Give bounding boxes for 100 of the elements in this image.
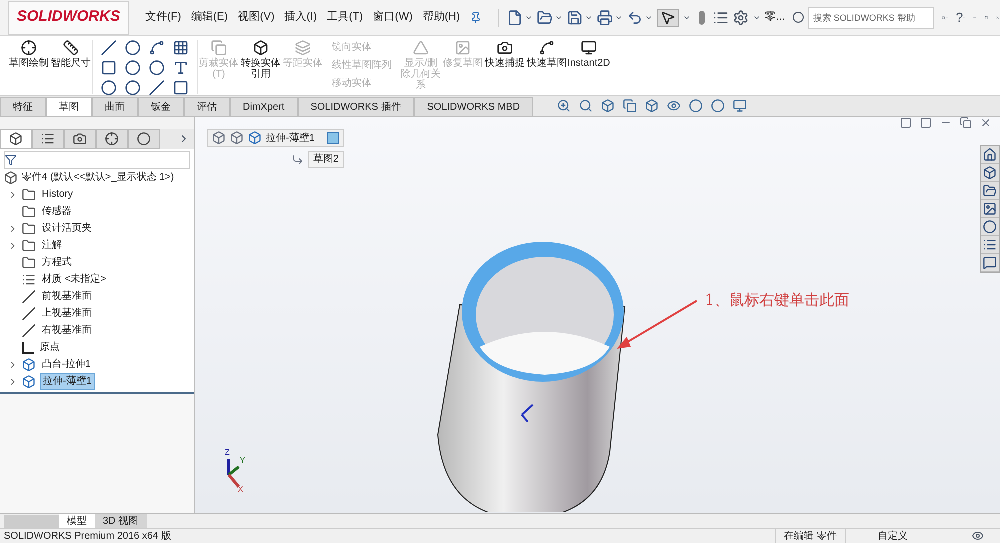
ribbon-command[interactable]: 快速捕捉	[484, 40, 526, 69]
ribbon-command[interactable]: 智能尺寸	[50, 40, 92, 69]
menu-item[interactable]: 窗口(W)	[373, 9, 413, 26]
view-tab[interactable]: 模型	[59, 514, 95, 528]
panel-tab[interactable]	[128, 129, 160, 149]
folder-icon	[22, 256, 36, 270]
view-tool-icon[interactable]	[557, 98, 572, 112]
folder-icon	[22, 238, 36, 252]
view-tool-icon[interactable]	[579, 98, 594, 112]
filter-icon[interactable]	[5, 154, 17, 166]
list-icon[interactable]	[713, 10, 730, 26]
viewport-window-control-icon[interactable]	[980, 117, 992, 129]
sketch-tool-icon[interactable]	[125, 60, 141, 76]
sketch-tool-icon[interactable]	[101, 40, 117, 56]
menu-item[interactable]: 帮助(H)	[422, 9, 460, 26]
view-tool-icon[interactable]	[667, 98, 682, 112]
sketch-tool-icon[interactable]	[149, 80, 165, 96]
cube-icon[interactable]	[230, 131, 244, 145]
command-tab[interactable]: 特征	[0, 97, 46, 116]
task-pane-tab[interactable]	[981, 164, 999, 182]
view-tool-icon[interactable]	[689, 98, 704, 112]
tree-item[interactable]: 前视基准面	[40, 289, 94, 304]
open-folder-icon[interactable]	[537, 10, 554, 26]
command-tab[interactable]: 评估	[184, 97, 230, 116]
sketch-tool-icon[interactable]	[173, 80, 189, 96]
plane-icon	[22, 290, 36, 304]
ribbon-command[interactable]: 草图绘制	[8, 40, 50, 69]
status-icon[interactable]	[972, 530, 984, 542]
print-icon[interactable]	[597, 10, 614, 26]
pin-icon[interactable]	[470, 12, 482, 24]
command-tab[interactable]: 草图	[46, 97, 92, 116]
select-tool-button[interactable]	[657, 8, 680, 26]
new-file-icon[interactable]	[507, 10, 524, 26]
viewport-window-control-icon[interactable]	[960, 117, 972, 129]
tree-item[interactable]: 右视基准面	[40, 323, 94, 338]
command-tab[interactable]: SOLIDWORKS MBD	[414, 97, 534, 116]
sketch-tool-icon[interactable]	[125, 80, 141, 96]
task-pane-tab[interactable]	[981, 182, 999, 200]
traffic-light-icon[interactable]	[699, 10, 706, 24]
view-tab[interactable]: 3D 视图	[95, 514, 147, 528]
command-tab[interactable]: SOLIDWORKS 插件	[298, 97, 414, 116]
sketch-tool-icon[interactable]	[125, 40, 141, 56]
sketch-tool-icon[interactable]	[101, 80, 117, 96]
sketch-tool-icon[interactable]	[173, 60, 189, 76]
save-icon[interactable]	[567, 10, 584, 26]
panel-tab[interactable]	[32, 129, 64, 149]
viewport-window-control-icon[interactable]	[920, 117, 932, 129]
panel-tab[interactable]	[0, 129, 32, 149]
tree-item[interactable]: History	[40, 187, 76, 202]
tree-item[interactable]: 拉伸-薄壁1	[40, 373, 95, 390]
panel-tab[interactable]	[64, 129, 96, 149]
menu-item[interactable]: 视图(V)	[238, 9, 275, 26]
view-tool-icon[interactable]	[623, 98, 638, 112]
tree-item[interactable]: 设计活页夹	[40, 221, 94, 236]
breadcrumb-square-icon[interactable]	[326, 132, 339, 144]
task-pane-tab[interactable]	[981, 146, 999, 164]
help-button[interactable]: ?	[956, 8, 964, 28]
sketch-tool-icon[interactable]	[101, 60, 117, 76]
task-pane-tab[interactable]	[981, 254, 999, 272]
menu-item[interactable]: 工具(T)	[327, 9, 364, 26]
axis-label: X	[238, 484, 244, 496]
ribbon-command[interactable]: Instant2D	[568, 40, 610, 69]
units-selector[interactable]: 自定义	[878, 528, 908, 543]
tree-item[interactable]: 材质 <未指定>	[40, 272, 108, 287]
breadcrumb-item[interactable]: 拉伸-薄壁1	[266, 130, 315, 146]
menu-item[interactable]: 编辑(E)	[191, 9, 228, 26]
feature-icon[interactable]	[248, 131, 262, 145]
ribbon-command[interactable]: 快速草图	[526, 40, 568, 69]
view-tool-icon[interactable]	[733, 98, 748, 112]
menu-item[interactable]: 插入(I)	[284, 9, 318, 26]
search-field[interactable]: 搜索 SOLIDWORKS 帮助	[808, 6, 934, 28]
task-pane-tab[interactable]	[981, 200, 999, 218]
tree-root[interactable]: 零件4 (默认<<默认>_显示状态 1>)	[22, 170, 174, 185]
viewport-window-control-icon[interactable]	[900, 117, 912, 129]
folder-icon	[22, 222, 36, 236]
tree-item[interactable]: 凸台-拉伸1	[40, 357, 93, 372]
command-tab[interactable]: 钣金	[138, 97, 184, 116]
panel-tab[interactable]	[96, 129, 128, 149]
tree-item[interactable]: 原点	[38, 340, 62, 355]
graphics-area[interactable]: 拉伸-薄壁1 草图2 Z Y X 1、鼠标右键单击此面	[195, 117, 1000, 513]
ribbon-command[interactable]: 转换实体引用	[240, 40, 282, 80]
breadcrumb-sketch[interactable]: 草图2	[308, 151, 344, 168]
sketch-tool-icon[interactable]	[173, 40, 189, 56]
command-tab[interactable]: 曲面	[92, 97, 138, 116]
menu-item[interactable]: 文件(F)	[145, 9, 182, 26]
sketch-tool-icon[interactable]	[149, 40, 165, 56]
tree-item[interactable]: 传感器	[40, 204, 74, 219]
tree-item[interactable]: 上视基准面	[40, 306, 94, 321]
sketch-tool-icon[interactable]	[149, 60, 165, 76]
view-tool-icon[interactable]	[645, 98, 660, 112]
command-tab[interactable]: DimXpert	[230, 97, 298, 116]
view-tool-icon[interactable]	[601, 98, 616, 112]
tree-item[interactable]: 方程式	[40, 255, 74, 270]
undo-icon[interactable]	[627, 10, 644, 26]
view-tool-icon[interactable]	[711, 98, 726, 112]
overflow-item[interactable]: 零...	[765, 9, 786, 26]
task-pane-tab[interactable]	[981, 218, 999, 236]
part-icon[interactable]	[212, 131, 226, 145]
tree-item[interactable]: 注解	[40, 238, 64, 253]
settings-icon[interactable]	[733, 10, 750, 26]
